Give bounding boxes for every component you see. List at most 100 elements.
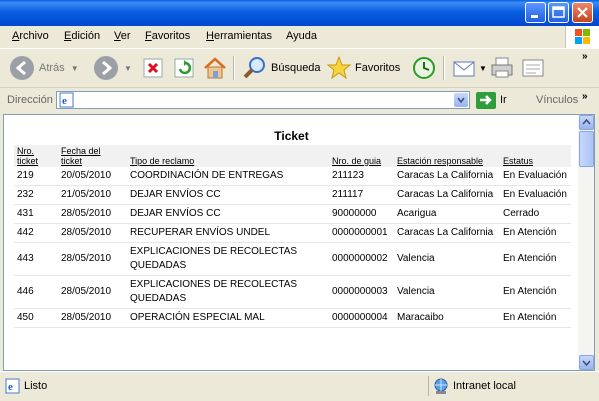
- cell-tipo: RECUPERAR ENVÍOS UNDEL: [127, 223, 329, 243]
- cell-guia: 0000000003: [329, 275, 394, 309]
- cell-estatus: En Atención: [500, 242, 571, 276]
- cell-fecha: 28/05/2010: [58, 223, 127, 243]
- column-header-guia[interactable]: Nro. de guia: [329, 145, 394, 167]
- cell-guia: 0000000004: [329, 308, 394, 328]
- stop-button[interactable]: [141, 53, 165, 83]
- print-button[interactable]: [489, 53, 515, 83]
- column-header-tipo[interactable]: Tipo de reclamo: [127, 145, 329, 167]
- ie-page-icon: e: [59, 92, 74, 108]
- chevron-down-icon: [582, 360, 591, 367]
- forward-dropdown-icon[interactable]: ▼: [124, 64, 132, 73]
- search-label: Búsqueda: [271, 62, 321, 74]
- column-header-fecha[interactable]: Fecha del ticket: [58, 145, 127, 167]
- maximize-button[interactable]: [548, 2, 569, 23]
- cell-fecha: 21/05/2010: [58, 185, 127, 205]
- favorites-button[interactable]: Favoritos: [326, 53, 400, 83]
- history-button[interactable]: [411, 53, 437, 83]
- windows-flag-icon: [575, 29, 590, 44]
- cell-guia: 211123: [329, 167, 394, 186]
- cell-ticket: 443: [14, 242, 58, 276]
- cell-estacion: Caracas La California: [394, 167, 500, 186]
- table-row[interactable]: 219 20/05/2010 COORDINACIÓN DE ENTREGAS 211…: [14, 167, 571, 186]
- toolbar-separator: [233, 56, 235, 80]
- menu-archivo[interactable]: Archivo: [12, 30, 49, 42]
- column-header-estacion[interactable]: Estación responsable: [394, 145, 500, 167]
- go-arrow-icon: [480, 95, 492, 105]
- home-button[interactable]: [202, 53, 228, 83]
- toolbar-chevron-icon[interactable]: »: [582, 51, 588, 62]
- cell-tipo: OPERACIÓN ESPECIAL MAL: [127, 308, 329, 328]
- maximize-icon: [552, 6, 565, 18]
- cell-ticket: 219: [14, 167, 58, 186]
- cell-estacion: Caracas La California: [394, 223, 500, 243]
- cell-estatus: En Atención: [500, 223, 571, 243]
- cell-estacion: Valencia: [394, 275, 500, 309]
- printer-icon: [491, 57, 513, 78]
- minimize-icon: [531, 15, 538, 18]
- title-bar: [0, 0, 599, 26]
- cell-estacion: Caracas La California: [394, 185, 500, 205]
- menu-ver[interactable]: Ver: [114, 30, 131, 42]
- table-row[interactable]: 450 28/05/2010 OPERACIÓN ESPECIAL MAL 00000…: [14, 308, 571, 328]
- menu-edicion[interactable]: Edición: [64, 30, 100, 42]
- back-dropdown-icon[interactable]: ▼: [71, 64, 79, 73]
- minimize-button[interactable]: [525, 2, 546, 23]
- links-chevron-icon[interactable]: »: [582, 91, 588, 102]
- refresh-button[interactable]: [172, 53, 196, 83]
- edit-button[interactable]: [520, 53, 546, 83]
- forward-button[interactable]: ▼: [92, 53, 132, 83]
- address-input[interactable]: e: [56, 91, 470, 109]
- cell-fecha: 20/05/2010: [58, 167, 127, 186]
- cell-estacion: Acarigua: [394, 204, 500, 224]
- address-label: Dirección: [7, 94, 53, 106]
- scroll-up-button[interactable]: [579, 115, 594, 130]
- edit-page-icon: [522, 59, 544, 77]
- page-title: Ticket: [274, 129, 309, 143]
- close-button[interactable]: [572, 2, 593, 23]
- back-button[interactable]: Atrás ▼: [8, 53, 79, 83]
- links-label[interactable]: Vínculos: [536, 94, 578, 106]
- svg-text:e: e: [62, 95, 67, 107]
- mail-button[interactable]: ▼: [451, 53, 487, 83]
- address-dropdown-button[interactable]: [454, 93, 468, 107]
- vertical-scrollbar[interactable]: [578, 114, 595, 371]
- status-bar: e Listo Intranet local: [0, 371, 599, 401]
- cell-tipo: DEJAR ENVÍOS CC: [127, 204, 329, 224]
- cell-estacion: Valencia: [394, 242, 500, 276]
- cell-fecha: 28/05/2010: [58, 204, 127, 224]
- table-row[interactable]: 443 28/05/2010 EXPLICACIONES DE RECOLECTAS…: [14, 242, 571, 276]
- toolbar: Atrás ▼ ▼ Búsqueda Favoritos ▼ »: [0, 48, 599, 87]
- menu-bar: Archivo Edición Ver Favoritos Herramient…: [0, 26, 599, 48]
- svg-text:e: e: [8, 381, 13, 393]
- menu-herramientas[interactable]: Herramientas: [206, 30, 272, 42]
- ie-page-icon: e: [5, 378, 20, 394]
- home-icon: [204, 57, 226, 79]
- menu-favoritos[interactable]: Favoritos: [145, 30, 190, 42]
- page-content: Ticket Nro. ticket Fecha del ticket Tipo d…: [3, 114, 578, 371]
- search-button[interactable]: Búsqueda: [242, 53, 321, 83]
- cell-guia: 90000000: [329, 204, 394, 224]
- favorites-label: Favoritos: [355, 62, 401, 74]
- column-header-estatus[interactable]: Estatus: [500, 145, 571, 167]
- mail-dropdown-icon[interactable]: ▼: [479, 64, 487, 73]
- chevron-down-icon: [457, 97, 465, 104]
- cell-guia: 0000000001: [329, 223, 394, 243]
- menu-ayuda[interactable]: Ayuda: [286, 30, 317, 42]
- cell-tipo: COORDINACIÓN DE ENTREGAS: [127, 167, 329, 186]
- cell-ticket: 446: [14, 275, 58, 309]
- table-row[interactable]: 232 21/05/2010 DEJAR ENVÍOS CC 211117 Caraca…: [14, 185, 571, 205]
- scroll-down-button[interactable]: [579, 355, 594, 370]
- go-label[interactable]: Ir: [500, 94, 507, 106]
- toolbar-separator: [443, 56, 445, 80]
- table-row[interactable]: 442 28/05/2010 RECUPERAR ENVÍOS UNDEL 00000…: [14, 223, 571, 243]
- table-row[interactable]: 431 28/05/2010 DEJAR ENVÍOS CC 90000000 Acar…: [14, 204, 571, 224]
- back-label: Atrás: [39, 62, 65, 74]
- ticket-rows: 219 20/05/2010 COORDINACIÓN DE ENTREGAS 211…: [14, 167, 571, 328]
- table-row[interactable]: 446 28/05/2010 EXPLICACIONES DE RECOLECTAS…: [14, 275, 571, 309]
- go-button[interactable]: [476, 92, 496, 109]
- column-header-nro-ticket[interactable]: Nro. ticket: [14, 145, 58, 167]
- mail-icon: [453, 61, 475, 77]
- stop-icon: [143, 58, 163, 78]
- cell-estatus: En Atención: [500, 275, 571, 309]
- scroll-thumb[interactable]: [579, 131, 594, 167]
